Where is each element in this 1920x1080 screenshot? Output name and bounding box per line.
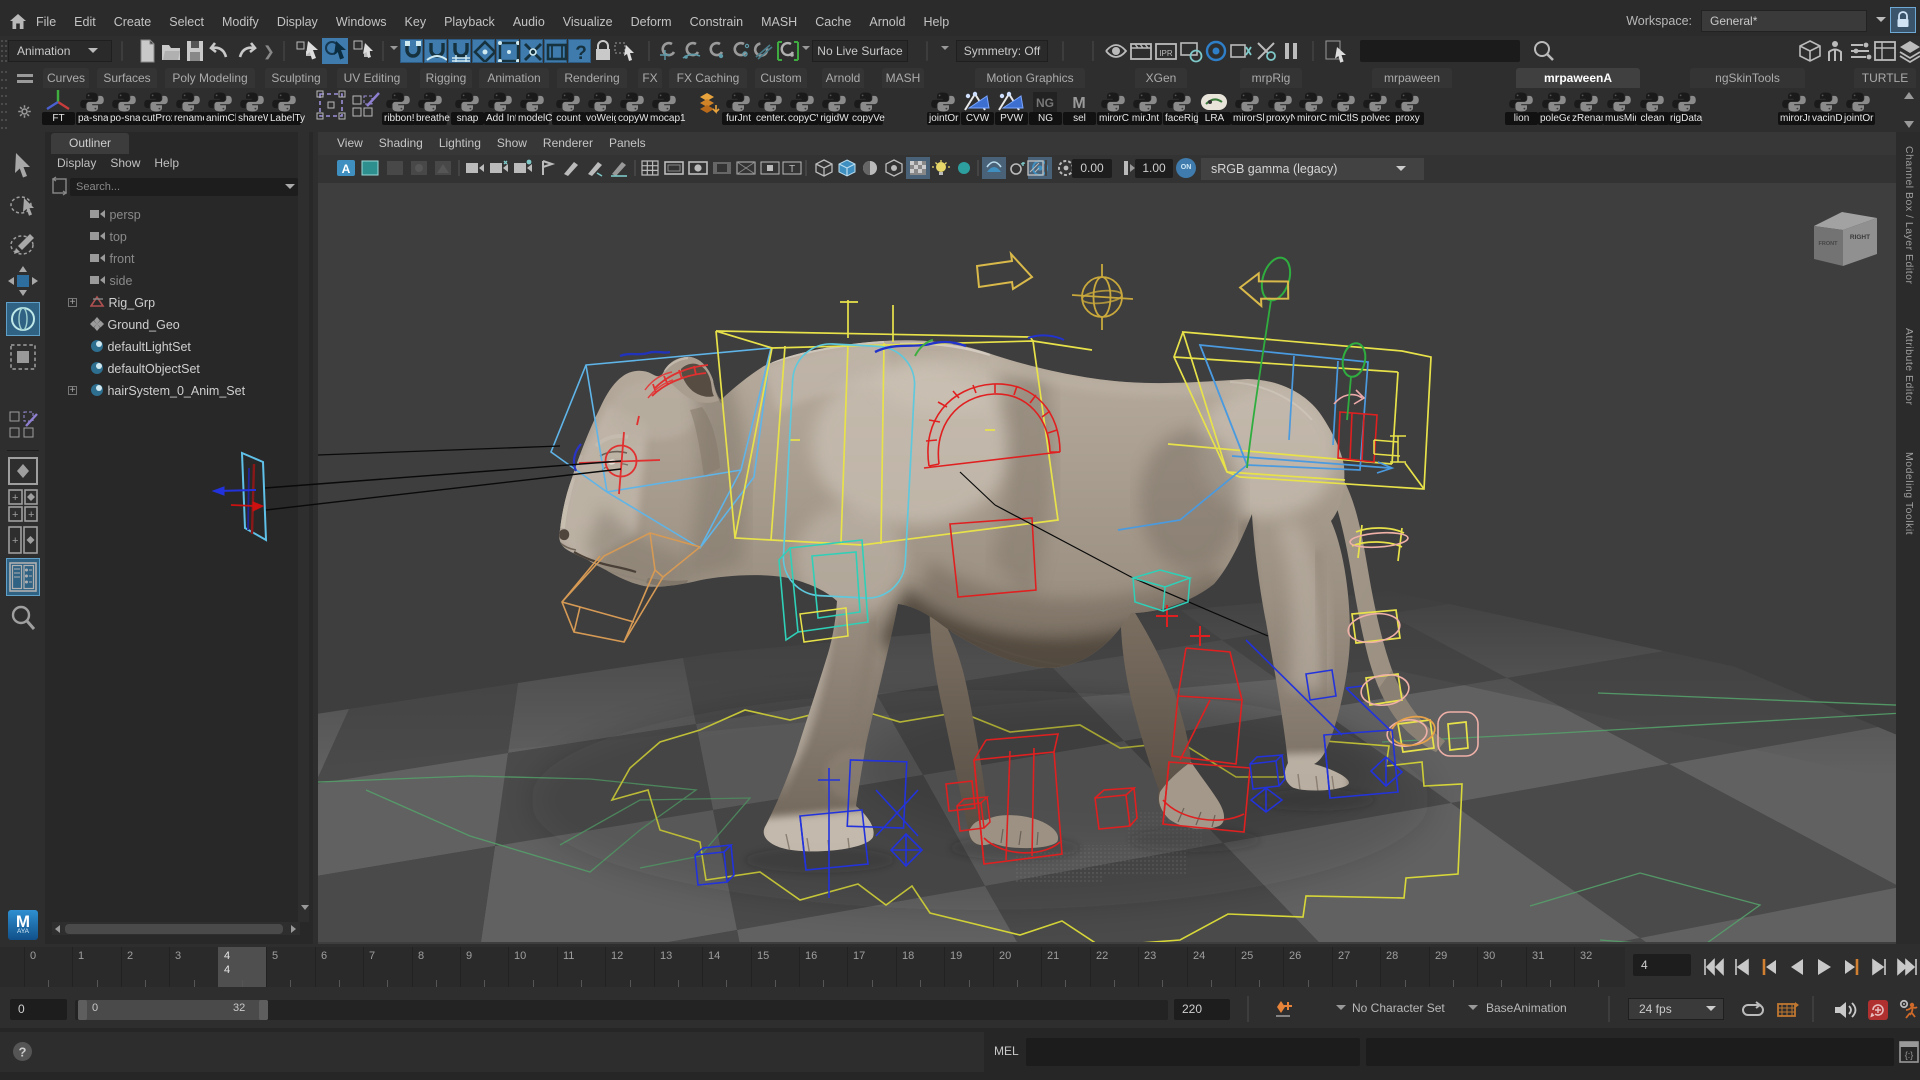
- svg-text:+: +: [12, 492, 18, 504]
- svg-text:NG: NG: [1036, 96, 1054, 110]
- svg-text:T: T: [789, 164, 795, 175]
- svg-text:+: +: [28, 509, 34, 521]
- svg-text:?: ?: [575, 43, 587, 62]
- svg-text:M: M: [1072, 95, 1085, 112]
- svg-text:+: +: [12, 509, 18, 521]
- svg-text:?: ?: [19, 1045, 27, 1060]
- svg-text:IPR: IPR: [1159, 49, 1173, 58]
- svg-text:{:}: {:}: [1905, 1050, 1914, 1060]
- svg-text:A: A: [342, 162, 351, 176]
- svg-text:+: +: [12, 535, 18, 547]
